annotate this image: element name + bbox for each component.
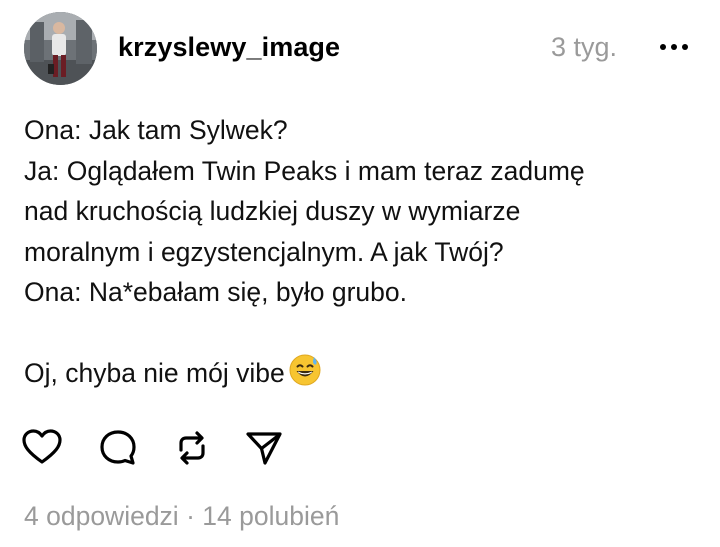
like-button[interactable] [22,428,62,468]
stats-separator: · [178,501,203,531]
post-timestamp: 3 tyg. [551,32,618,62]
post-line: Oj, chyba nie mój vibe [24,358,285,388]
comment-icon [100,430,136,465]
post-line-blank [24,313,714,354]
avatar[interactable] [24,12,97,85]
post-last-line: Oj, chyba nie mój vibe [24,353,714,394]
post-stats: 4 odpowiedzi · 14 polubień [24,498,339,534]
author-username[interactable]: krzyslewy_image [118,29,340,65]
repost-icon [179,431,205,465]
post-line: Ja: Oglądałem Twin Peaks i mam teraz zad… [24,155,585,186]
repost-button[interactable] [172,428,212,468]
more-options-icon[interactable] [650,30,698,64]
post-line: Ona: Jak tam Sylwek? [24,115,288,145]
likes-count[interactable]: 14 polubień [202,501,339,531]
post-text: Ona: Jak tam Sylwek? Ja: Oglądałem Twin … [24,110,714,394]
profile-photo [24,12,97,85]
reply-button[interactable] [98,428,138,468]
replies-count[interactable]: 4 odpowiedzi [24,501,179,531]
grinning-sweat-emoji-icon [289,354,321,386]
post-line: moralnym i egzystencjalnym. A jak Twój? [24,236,504,267]
share-button[interactable] [244,428,284,468]
post-line: Ona: Na*ebałam się, było grubo. [24,277,407,307]
heart-icon [22,429,62,464]
post-line: nad kruchością ludzkiej duszy w wymiarze [24,196,521,226]
send-icon [246,432,282,465]
